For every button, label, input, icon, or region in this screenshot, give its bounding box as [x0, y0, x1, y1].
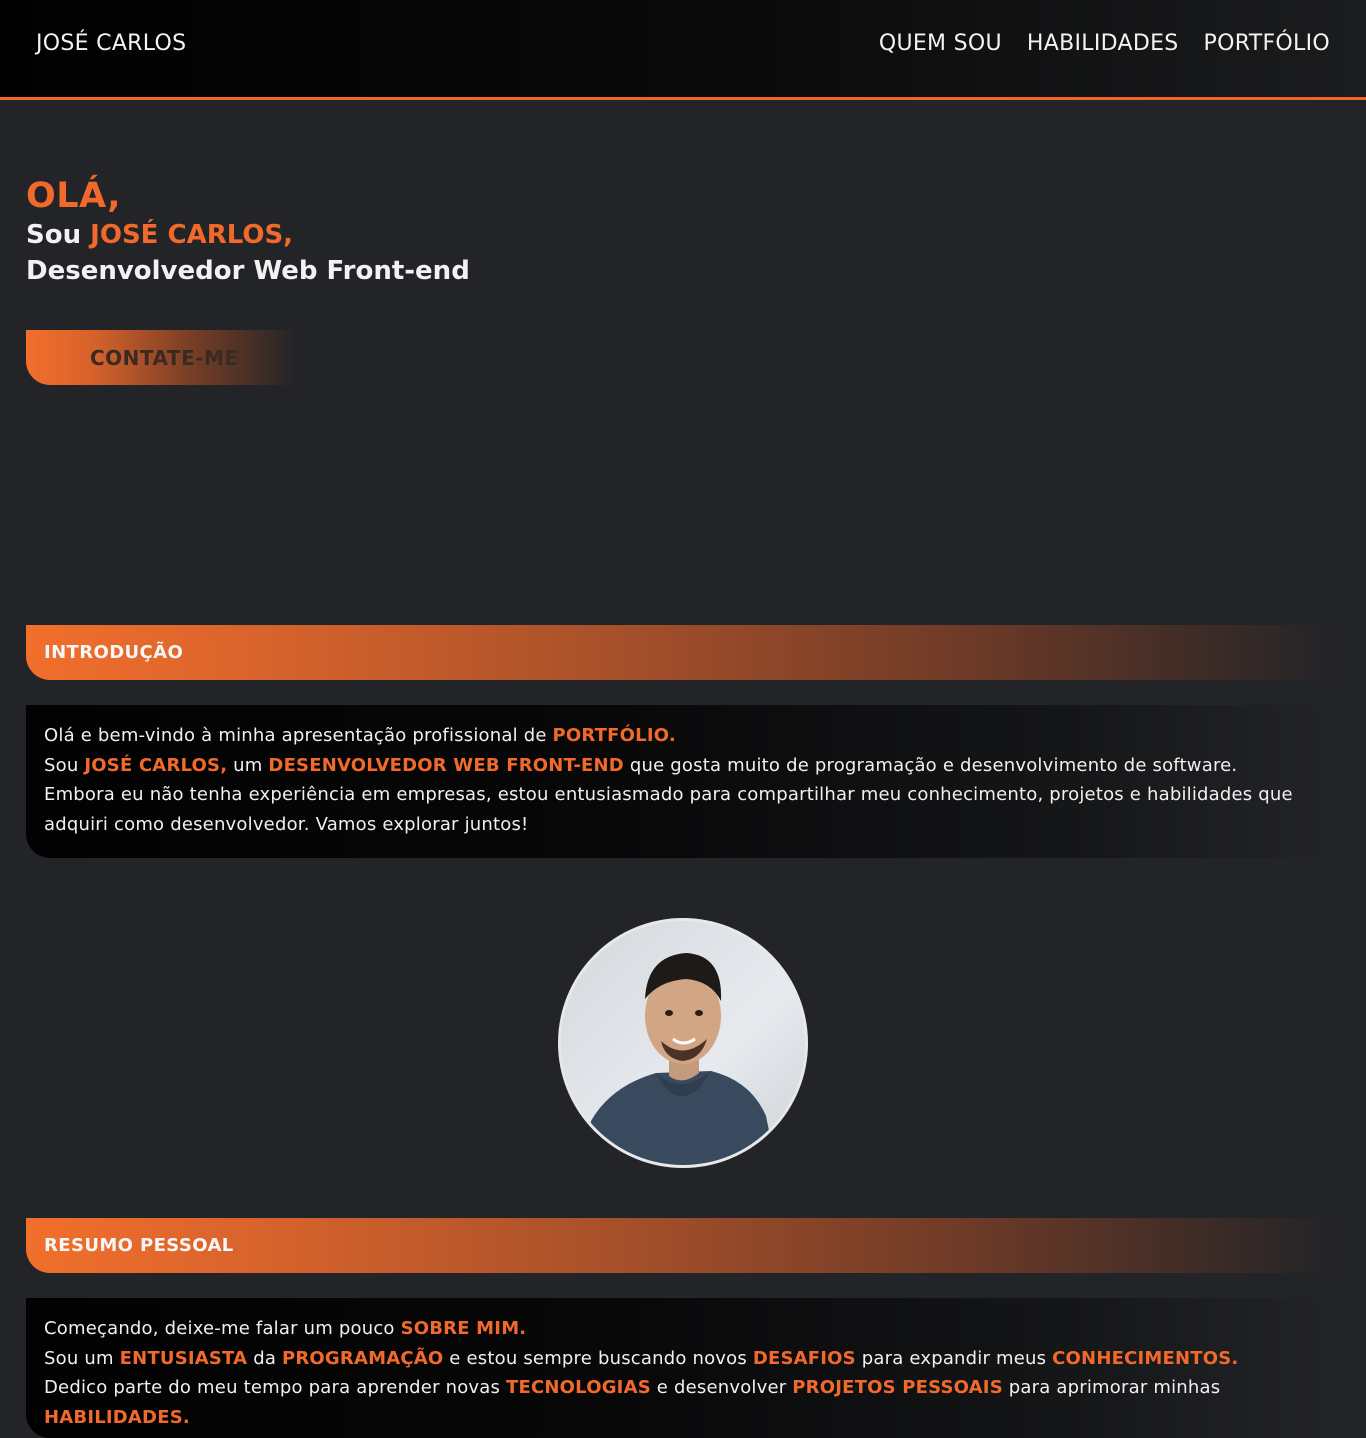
summary-text-card: Começando, deixe-me falar um pouco SOBRE… — [26, 1298, 1332, 1438]
summary-highlight: CONHECIMENTOS. — [1052, 1347, 1239, 1369]
summary-paragraph-1: Começando, deixe-me falar um pouco SOBRE… — [44, 1314, 1314, 1344]
nav-link-habilidades[interactable]: HABILIDADES — [1027, 31, 1179, 56]
intro-paragraph-3: Embora eu não tenha experiência em empre… — [44, 784, 1293, 835]
intro-highlight-role: DESENVOLVEDOR WEB FRONT-END — [268, 754, 624, 776]
summary-section-heading: RESUMO PESSOAL — [26, 1218, 1332, 1273]
summary-text: da — [253, 1347, 277, 1369]
summary-text: e estou sempre buscando novos — [449, 1347, 747, 1369]
intro-text: Olá e bem-vindo à minha apresentação pro… — [44, 725, 547, 746]
hero-role: Desenvolvedor Web Front-end — [26, 256, 470, 286]
profile-photo — [558, 918, 808, 1168]
summary-paragraph-4: HABILIDADES. — [44, 1403, 1314, 1433]
summary-text: Sou um — [44, 1347, 114, 1369]
intro-paragraph-2: Sou JOSÉ CARLOS, um DESENVOLVEDOR WEB FR… — [44, 751, 1314, 781]
intro-text: que gosta muito de programação e desenvo… — [629, 754, 1238, 776]
intro-highlight-name: JOSÉ CARLOS, — [84, 754, 228, 776]
intro-paragraph-1: Olá e bem-vindo à minha apresentação pro… — [44, 721, 1314, 751]
summary-text: Começando, deixe-me falar um pouco — [44, 1318, 395, 1339]
summary-highlight: TECNOLOGIAS — [506, 1377, 651, 1398]
nav-link-portfolio[interactable]: PORTFÓLIO — [1204, 31, 1330, 56]
brand-logo-text[interactable]: JOSÉ CARLOS — [36, 31, 186, 56]
summary-highlight: PROGRAMAÇÃO — [281, 1347, 444, 1369]
summary-paragraph-3: Dedico parte do meu tempo para aprender … — [44, 1373, 1314, 1403]
hero-sou-prefix: Sou — [26, 220, 82, 250]
summary-highlight: SOBRE MIM. — [400, 1318, 527, 1339]
intro-text: Sou — [44, 754, 79, 776]
summary-highlight: HABILIDADES. — [44, 1406, 190, 1428]
summary-text: e desenvolver — [656, 1377, 787, 1398]
summary-paragraph-2: Sou um ENTUSIASTA da PROGRAMAÇÃO e estou… — [44, 1344, 1314, 1374]
intro-section-heading: INTRODUÇÃO — [26, 625, 1332, 680]
intro-text: um — [233, 754, 263, 776]
hero-name: JOSÉ CARLOS, — [90, 220, 294, 250]
hero-greeting: OLÁ, — [26, 176, 122, 216]
summary-highlight: ENTUSIASTA — [119, 1347, 248, 1369]
contact-button[interactable]: CONTATE-ME — [26, 330, 296, 385]
intro-highlight-portfolio: PORTFÓLIO. — [552, 725, 676, 746]
navbar: JOSÉ CARLOS QUEM SOU HABILIDADES PORTFÓL… — [0, 0, 1366, 100]
main-nav: QUEM SOU HABILIDADES PORTFÓLIO — [879, 31, 1330, 56]
summary-text: para expandir meus — [861, 1347, 1047, 1369]
summary-highlight: DESAFIOS — [752, 1347, 856, 1369]
intro-text-card: Olá e bem-vindo à minha apresentação pro… — [26, 705, 1332, 858]
profile-photo-illustration — [561, 921, 805, 1165]
summary-text: para aprimorar minhas — [1008, 1377, 1221, 1398]
summary-highlight: PROJETOS PESSOAIS — [792, 1377, 1003, 1398]
nav-link-quem-sou[interactable]: QUEM SOU — [879, 31, 1002, 56]
summary-text: Dedico parte do meu tempo para aprender … — [44, 1377, 501, 1398]
hero-intro-line: Sou JOSÉ CARLOS, — [26, 217, 470, 253]
hero-section: OLÁ, Sou JOSÉ CARLOS, Desenvolvedor Web … — [26, 175, 470, 289]
